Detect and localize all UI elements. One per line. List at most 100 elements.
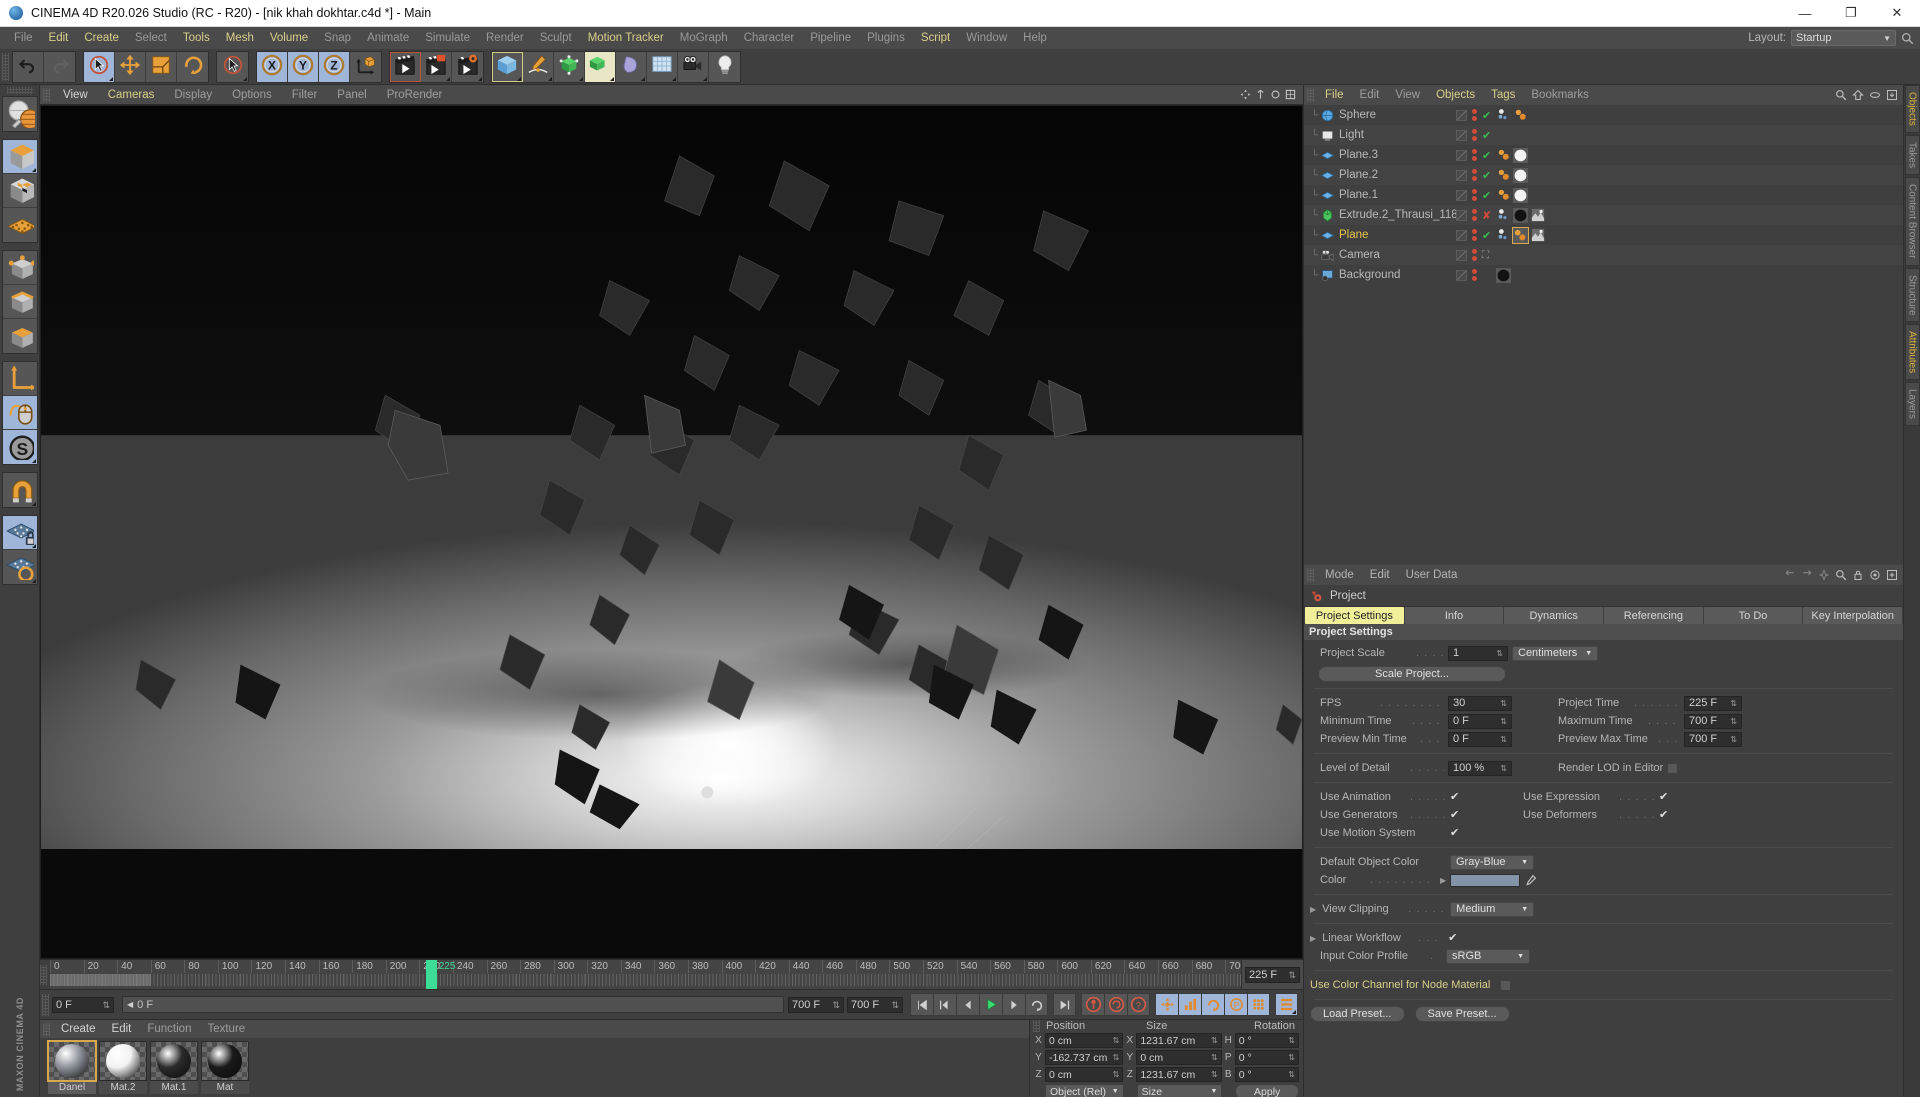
workplane-rotate[interactable] <box>2 550 37 584</box>
go-to-end-button[interactable] <box>1053 993 1076 1016</box>
left-toolbar-grip[interactable] <box>6 87 33 94</box>
rotation-field[interactable]: 0 ° ⇅ <box>1234 1033 1299 1048</box>
menu-snap[interactable]: Snap <box>316 27 359 49</box>
spinner-icon[interactable]: ⇅ <box>1211 1054 1218 1062</box>
render-visibility-dot[interactable] <box>1472 276 1477 281</box>
zoom-view-icon[interactable] <box>1255 89 1266 100</box>
menu-motion-tracker[interactable]: Motion Tracker <box>580 27 672 49</box>
menu-window[interactable]: Window <box>958 27 1015 49</box>
spinner-icon[interactable]: ⇅ <box>891 1000 899 1009</box>
material-list[interactable]: Danel Mat.2 Mat.1 Mat <box>40 1038 1029 1097</box>
object-row[interactable]: └ Plane.3 ✔ <box>1304 145 1903 165</box>
menu-create[interactable]: Create <box>76 27 127 49</box>
phong-tag-icon[interactable] <box>1496 108 1511 123</box>
polygon-grid-mode[interactable] <box>2 208 37 242</box>
render-to-picture-viewer[interactable] <box>421 51 452 82</box>
object-menu-objects[interactable]: Objects <box>1428 85 1483 105</box>
editor-visibility-dot[interactable] <box>1472 209 1477 214</box>
menu-plugins[interactable]: Plugins <box>859 27 913 49</box>
snap-enable[interactable] <box>2 473 37 507</box>
object-menu-bookmarks[interactable]: Bookmarks <box>1523 85 1597 105</box>
pin-icon[interactable] <box>1818 569 1830 581</box>
attribute-menu-edit[interactable]: Edit <box>1362 565 1398 585</box>
workplane-lock[interactable] <box>2 516 37 550</box>
attribute-grip[interactable] <box>1307 568 1314 582</box>
side-tab-objects[interactable]: Objects <box>1904 85 1920 133</box>
render-visibility-dot[interactable] <box>1472 116 1477 121</box>
timeline-end-field[interactable]: 225 F ⇅ <box>1245 966 1300 983</box>
spinner-icon[interactable]: ⇅ <box>1211 1037 1218 1045</box>
enable-check-icon[interactable]: ✔ <box>1482 129 1491 142</box>
rotation-field[interactable]: 0 ° ⇅ <box>1234 1067 1299 1082</box>
menu-file[interactable]: File <box>6 27 41 49</box>
use-deformers-checkbox[interactable]: ✔ <box>1659 809 1670 821</box>
redo-arrow-icon[interactable] <box>1801 569 1813 581</box>
rotate-view-icon[interactable] <box>1270 89 1281 100</box>
step-back-button[interactable] <box>956 993 979 1016</box>
render-visibility-dot[interactable] <box>1472 196 1477 201</box>
minimum-time-field[interactable]: 0 F ⇅ <box>1448 713 1512 729</box>
spinner-icon[interactable]: ⇅ <box>102 1000 110 1009</box>
record-scale-button[interactable] <box>1178 993 1201 1016</box>
editor-render-dots[interactable] <box>1472 229 1477 241</box>
linear-workflow-checkbox[interactable]: ✔ <box>1448 932 1459 944</box>
viewport-menu-prorender[interactable]: ProRender <box>377 85 453 105</box>
editor-render-dots[interactable] <box>1472 209 1477 221</box>
add-light[interactable] <box>709 51 740 82</box>
soft-selection-mode[interactable]: S <box>2 430 37 464</box>
visibility-toggle[interactable] <box>1456 229 1467 241</box>
size-field[interactable]: 1231.67 cm ⇅ <box>1136 1067 1222 1082</box>
side-tab-layers[interactable]: Layers <box>1904 382 1920 427</box>
play-button[interactable] <box>979 993 1002 1016</box>
edges-mode[interactable] <box>2 285 37 319</box>
render-visibility-dot[interactable] <box>1472 156 1477 161</box>
home-icon[interactable] <box>1852 89 1864 101</box>
spinner-icon[interactable]: ⇅ <box>1730 699 1737 708</box>
current-time-field[interactable]: 0 F ⇅ <box>52 996 114 1013</box>
spinner-icon[interactable]: ⇅ <box>1500 735 1507 744</box>
time-slider[interactable]: ◀ 0 F <box>122 996 784 1013</box>
menu-mesh[interactable]: Mesh <box>218 27 262 49</box>
preview-max-field[interactable]: 700 F ⇅ <box>1684 731 1742 747</box>
object-row[interactable]: └ Light ✔ <box>1304 125 1903 145</box>
spinner-icon[interactable]: ⇅ <box>1113 1054 1120 1062</box>
use-motion-checkbox[interactable]: ✔ <box>1450 827 1461 839</box>
editor-render-dots[interactable] <box>1472 129 1477 141</box>
position-field[interactable]: -162.737 cm ⇅ <box>1045 1050 1124 1065</box>
input-profile-dropdown[interactable]: sRGB ▼ <box>1446 948 1530 964</box>
timeline-grip[interactable] <box>40 964 47 985</box>
load-preset-button[interactable]: Load Preset... <box>1310 1006 1405 1022</box>
object-menu-edit[interactable]: Edit <box>1352 85 1388 105</box>
3d-viewport[interactable] <box>40 105 1303 959</box>
add-environment[interactable] <box>647 51 678 82</box>
render-visibility-dot[interactable] <box>1472 216 1477 221</box>
position-field[interactable]: 0 cm ⇅ <box>1045 1067 1124 1082</box>
add-camera[interactable] <box>678 51 709 82</box>
black-material-icon[interactable] <box>1513 207 1528 223</box>
editor-visibility-dot[interactable] <box>1472 149 1477 154</box>
position-field[interactable]: 0 cm ⇅ <box>1045 1033 1124 1048</box>
material-swatch[interactable] <box>201 1041 249 1081</box>
spinner-icon[interactable]: ⇅ <box>1496 649 1503 658</box>
menu-script[interactable]: Script <box>913 27 958 49</box>
save-preset-button[interactable]: Save Preset... <box>1414 1006 1510 1022</box>
side-tab-content-browser[interactable]: Content Browser <box>1904 177 1920 266</box>
editor-visibility-dot[interactable] <box>1472 249 1477 254</box>
white-material-icon[interactable] <box>1513 147 1528 163</box>
color-swatch[interactable] <box>1450 873 1521 887</box>
menu-select[interactable]: Select <box>127 27 175 49</box>
visibility-toggle[interactable] <box>1456 169 1467 181</box>
side-tab-attributes[interactable]: Attributes <box>1904 324 1920 381</box>
project-scale-unit-dropdown[interactable]: Centimeters ▼ <box>1512 645 1598 661</box>
material-item[interactable]: Danel <box>47 1040 97 1097</box>
spinner-icon[interactable]: ⇅ <box>1500 764 1507 773</box>
viewport-menu-options[interactable]: Options <box>222 85 282 105</box>
rotation-field[interactable]: 0 ° ⇅ <box>1234 1050 1299 1065</box>
lock-x-axis[interactable]: X <box>257 51 288 82</box>
menu-mograph[interactable]: MoGraph <box>672 27 736 49</box>
visibility-toggle[interactable] <box>1456 109 1467 121</box>
toolbar-grip[interactable] <box>2 52 9 81</box>
menu-tools[interactable]: Tools <box>175 27 218 49</box>
editor-render-dots[interactable] <box>1472 149 1477 161</box>
render-visibility-dot[interactable] <box>1472 176 1477 181</box>
